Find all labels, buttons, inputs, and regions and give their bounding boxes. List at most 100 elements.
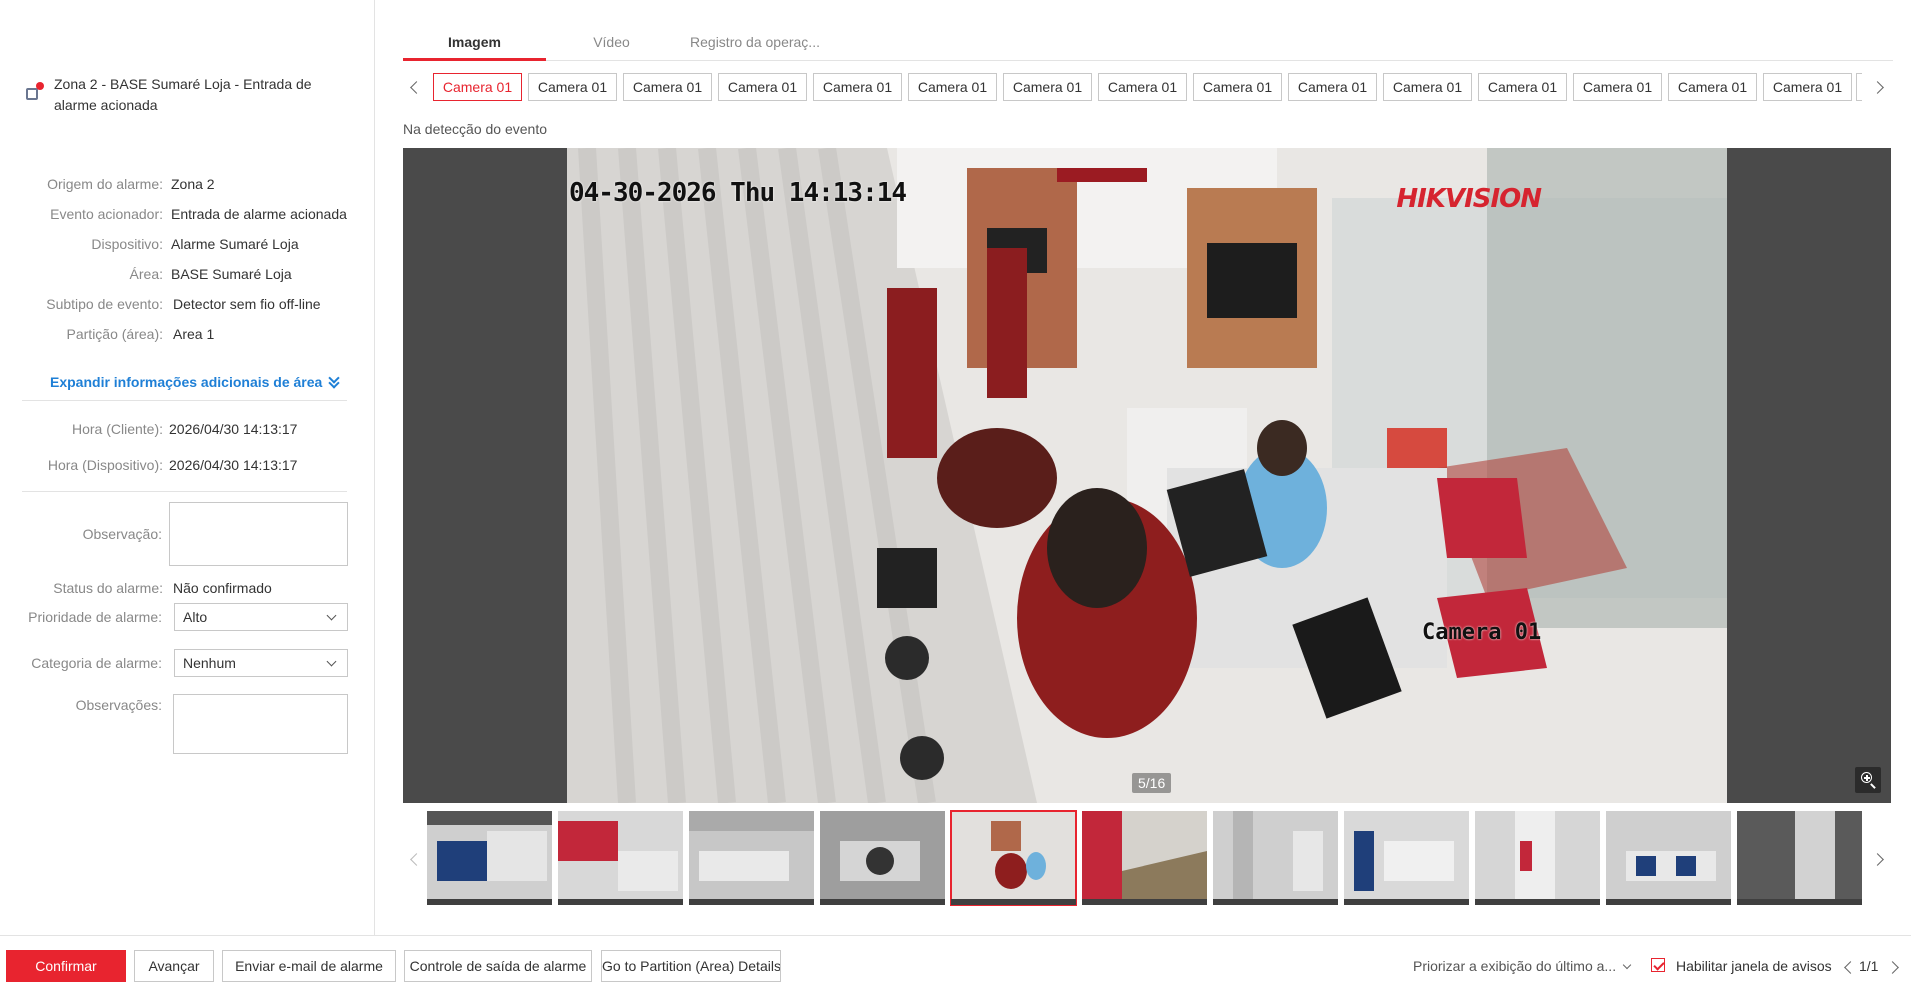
chevron-double-down-icon: [328, 376, 340, 388]
detail-value: Detector sem fio off-line: [173, 296, 321, 312]
camera-tab[interactable]: Camera 01: [1668, 73, 1757, 101]
thumbnail-image: [1475, 811, 1600, 905]
camera-tab[interactable]: Camera 01: [1763, 73, 1852, 101]
page-next-icon[interactable]: [1888, 960, 1898, 970]
chevron-down-icon: [326, 656, 337, 667]
checkbox-checked-icon[interactable]: [1651, 958, 1665, 972]
thumbnail[interactable]: [820, 811, 945, 905]
camera-tab[interactable]: Camera 01: [1098, 73, 1187, 101]
tab-operation-log[interactable]: Registro da operaç...: [677, 27, 833, 61]
footer-toolbar: Confirmar Avançar Enviar e-mail de alarm…: [0, 935, 1911, 987]
snapshot-viewer[interactable]: 04-30-2026 Thu 14:13:14 HIKVISION Camera…: [403, 148, 1891, 803]
alarm-input-icon: [24, 82, 44, 102]
divider: [22, 400, 347, 401]
detail-row-partition: Partição (área): Area 1: [0, 323, 375, 345]
thumbnail[interactable]: [1737, 811, 1862, 905]
next-button[interactable]: Avançar: [134, 950, 214, 982]
category-select[interactable]: Nenhum: [174, 649, 348, 677]
chevron-down-icon: [326, 610, 337, 621]
enable-popup-label: Habilitar janela de avisos: [1676, 958, 1832, 974]
thumbnail-image: [427, 811, 552, 905]
time-value: 2026/04/30 14:13:17: [169, 457, 298, 473]
thumbnail[interactable]: [1082, 811, 1207, 905]
detail-label: Subtipo de evento:: [46, 296, 163, 312]
category-label: Categoria de alarme:: [31, 655, 162, 671]
osd-brand-logo: HIKVISION: [1396, 184, 1542, 214]
detail-label: Evento acionador:: [50, 206, 163, 222]
page-prev-icon[interactable]: [1842, 960, 1852, 970]
chevron-down-icon: [1622, 960, 1632, 970]
thumbnail-image: [1606, 811, 1731, 905]
alarm-detail-panel: Zona 2 - BASE Sumaré Loja - Entrada de a…: [0, 0, 375, 935]
thumbnail-image: [558, 811, 683, 905]
status-value: Não confirmado: [173, 580, 272, 596]
camera-tab[interactable]: Camera 01: [1383, 73, 1472, 101]
camera-tab[interactable]: Camera 01: [1288, 73, 1377, 101]
chevron-right-icon[interactable]: [1873, 80, 1887, 94]
detail-value: Zona 2: [171, 176, 215, 192]
detail-label: Origem do alarme:: [47, 176, 163, 192]
alarm-header: Zona 2 - BASE Sumaré Loja - Entrada de a…: [24, 74, 344, 116]
observacoes-textarea[interactable]: [173, 694, 348, 754]
priority-value: Alto: [183, 609, 208, 625]
observacoes-label: Observações:: [75, 697, 162, 713]
thumbnail-next-icon[interactable]: [1873, 852, 1887, 866]
observacao-textarea[interactable]: [169, 502, 348, 566]
camera-tab[interactable]: Camera 01: [1573, 73, 1662, 101]
detail-value: Entrada de alarme acionada: [171, 206, 347, 222]
detail-value: BASE Sumaré Loja: [171, 266, 292, 282]
confirm-button[interactable]: Confirmar: [6, 950, 126, 982]
thumbnail-selected[interactable]: [950, 810, 1077, 906]
camera-tab-overflow: [1856, 73, 1862, 101]
camera-tab[interactable]: Camera 01: [908, 73, 997, 101]
image-counter: 5/16: [1132, 773, 1172, 793]
status-row: Status do alarme: Não confirmado: [0, 577, 375, 599]
camera-tab[interactable]: Camera 01: [528, 73, 617, 101]
detail-value: Alarme Sumaré Loja: [171, 236, 299, 252]
store-scene-image: [567, 148, 1727, 803]
view-tabs: Imagem Vídeo Registro da operaç...: [403, 27, 1893, 61]
thumbnail[interactable]: [558, 811, 683, 905]
camera-tab[interactable]: Camera 01: [718, 73, 807, 101]
pager-text: 1/1: [1859, 958, 1879, 974]
alarm-output-button[interactable]: Controle de saída de alarme: [404, 950, 592, 982]
osd-timestamp: 04-30-2026 Thu 14:13:14: [569, 178, 907, 208]
thumbnail[interactable]: [1344, 811, 1469, 905]
partition-details-button[interactable]: Go to Partition (Area) Details: [601, 950, 781, 982]
expand-area-info-label: Expandir informações adicionais de área: [50, 374, 323, 390]
tab-image[interactable]: Imagem: [403, 27, 546, 61]
category-value: Nenhum: [183, 655, 236, 671]
camera-tab[interactable]: Camera 01: [1193, 73, 1282, 101]
time-value: 2026/04/30 14:13:17: [169, 421, 298, 437]
thumbnail-image: [1082, 811, 1207, 905]
time-label: Hora (Cliente):: [71, 421, 163, 437]
time-label: Hora (Dispositivo):: [47, 457, 163, 473]
thumbnail-image: [689, 811, 814, 905]
thumbnail[interactable]: [427, 811, 552, 905]
zoom-in-icon[interactable]: [1855, 767, 1881, 793]
time-row-device: Hora (Dispositivo): 2026/04/30 14:13:17: [0, 454, 375, 476]
camera-tab[interactable]: Camera 01: [1478, 73, 1567, 101]
priority-select[interactable]: Alto: [174, 603, 348, 631]
thumbnail-image: [1344, 811, 1469, 905]
observacao-label: Observação:: [82, 526, 162, 542]
thumbnail-prev-icon[interactable]: [408, 852, 422, 866]
thumbnail[interactable]: [1606, 811, 1731, 905]
camera-tab[interactable]: Camera 01: [1003, 73, 1092, 101]
snapshot-image: 04-30-2026 Thu 14:13:14 HIKVISION Camera…: [567, 148, 1727, 803]
tab-video[interactable]: Vídeo: [556, 27, 667, 61]
chevron-left-icon[interactable]: [408, 80, 422, 94]
camera-tab[interactable]: Camera 01: [623, 73, 712, 101]
thumbnail[interactable]: [1475, 811, 1600, 905]
send-email-button[interactable]: Enviar e-mail de alarme: [222, 950, 396, 982]
thumbnail[interactable]: [689, 811, 814, 905]
camera-tab[interactable]: Camera 01: [433, 73, 522, 101]
camera-tab[interactable]: Camera 01: [813, 73, 902, 101]
priority-display-select[interactable]: Priorizar a exibição do último a...: [1413, 950, 1632, 982]
expand-area-info-link[interactable]: Expandir informações adicionais de área: [50, 374, 340, 390]
detail-row-area: Área: BASE Sumaré Loja: [0, 263, 375, 285]
detail-row-trigger: Evento acionador: Entrada de alarme acio…: [0, 203, 375, 225]
priority-display-value: Priorizar a exibição do último a...: [1413, 958, 1617, 974]
thumbnail[interactable]: [1213, 811, 1338, 905]
detail-label: Partição (área):: [66, 326, 163, 342]
